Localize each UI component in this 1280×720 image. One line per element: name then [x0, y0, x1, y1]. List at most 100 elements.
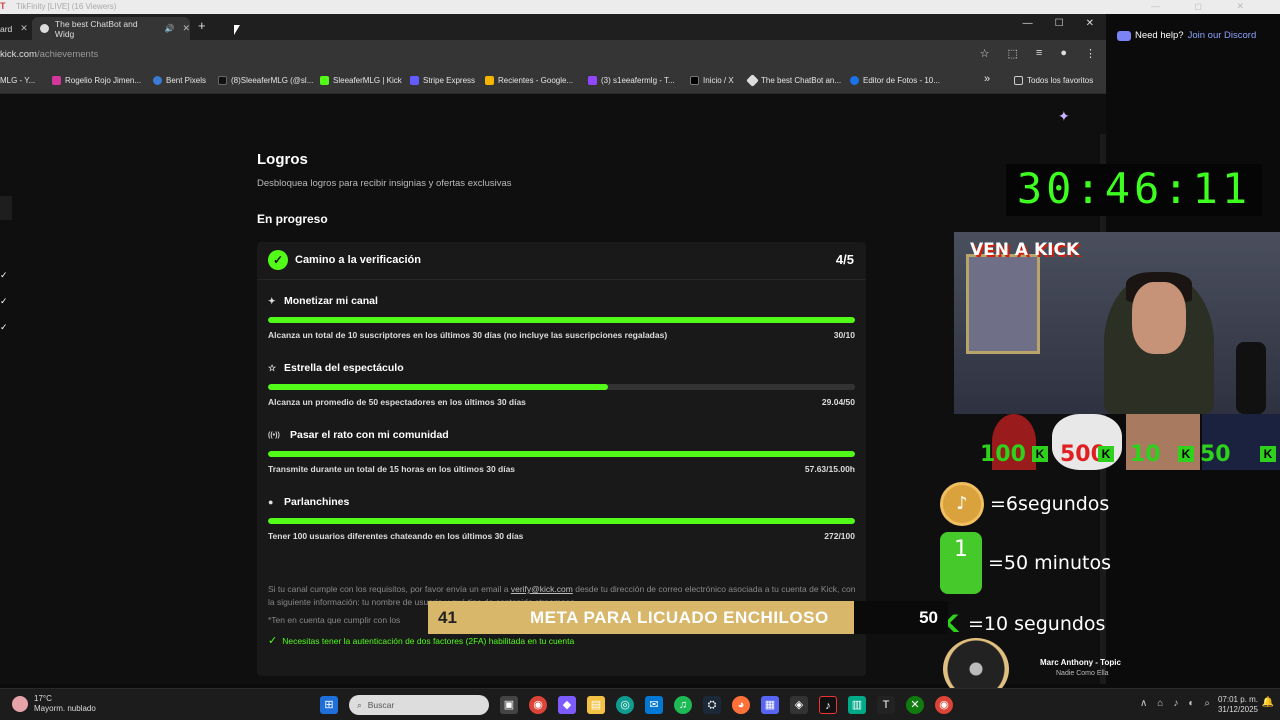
start-button[interactable]: ⊞ [320, 696, 338, 714]
bookmark-label: (3) s1eeafermlg - T... [601, 76, 675, 85]
task-description: Alcanza un promedio de 50 espectadores e… [268, 397, 526, 407]
close-window-button[interactable]: ✕ [1086, 18, 1094, 29]
language-icon[interactable]: ⌕ [1204, 698, 1210, 709]
close-icon[interactable]: ✕ [182, 23, 190, 34]
subathon-timer: 30:46:11 [1006, 164, 1262, 216]
card-title: Camino a la verificación [295, 254, 421, 266]
microphone [1236, 342, 1266, 414]
legend-text: =50 minutos [988, 552, 1111, 574]
bookmark-item[interactable]: The best ChatBot an... [746, 74, 841, 87]
card-header[interactable]: ✓ Camino a la verificación 4/5 [257, 242, 866, 280]
bookmark-item[interactable]: Bent Pixels [153, 76, 206, 85]
weather-text: 17°C Mayorm. nublado [34, 694, 96, 714]
tiktok-coin-icon: ♪ [940, 482, 984, 526]
search-box[interactable]: ⌕ Buscar [349, 695, 489, 715]
firefox-icon[interactable]: ◕ [732, 696, 750, 714]
help-text: Need help? [1135, 30, 1184, 41]
file-explorer-icon[interactable]: ▤ [587, 696, 605, 714]
menu-icon[interactable]: ⋮ [1085, 47, 1096, 60]
kick-icon [320, 76, 329, 85]
legend-sub: 1 =50 minutos [940, 532, 1111, 594]
all-favorites-folder[interactable]: Todos los favoritos [1014, 76, 1093, 85]
goal-count: 100 [980, 442, 1026, 467]
new-tab-button[interactable]: + [198, 18, 206, 33]
tiktok-icon[interactable]: ♪ [819, 696, 837, 714]
stripe-icon [410, 76, 419, 85]
discord-icon[interactable]: ▦ [761, 696, 779, 714]
instagram-icon [52, 76, 61, 85]
volume-icon[interactable]: ♪ [1173, 698, 1178, 709]
tab-chatbot[interactable]: The best ChatBot and Widg 🔊 ✕ [32, 17, 190, 40]
window-title: TikFinity [LIVE] (16 Viewers) [16, 2, 117, 11]
tikfinity-icon[interactable]: T [877, 696, 895, 714]
close-icon[interactable]: ✕ [20, 23, 28, 34]
task-view-icon[interactable]: ▣ [500, 696, 518, 714]
bookmark-item[interactable]: Recientes - Google... [485, 76, 573, 85]
weather-widget[interactable]: 17°C Mayorm. nublado [12, 694, 96, 714]
progress-fill [268, 384, 609, 390]
bookmark-item[interactable]: SleeaferMLG | Kick [320, 76, 402, 85]
tab-dashboard[interactable]: ard ✕ [0, 17, 30, 40]
bookmark-label: Editor de Fotos - 10... [863, 76, 940, 85]
search-placeholder: Buscar [367, 700, 395, 710]
bookmarks-bar: MLG - Y... Rogelio Rojo Jimen... Bent Pi… [0, 70, 1106, 94]
temperature: 17°C [34, 694, 52, 703]
app-icon: T [0, 1, 6, 11]
notification-bell-icon[interactable]: 🔔 [1262, 697, 1274, 708]
profile-icon[interactable]: ● [1060, 47, 1067, 60]
maximize-button[interactable]: ☐ [1055, 18, 1064, 29]
bookmark-item[interactable]: (8)SleeaferMLG (@sl... [218, 76, 313, 85]
bookmark-item[interactable]: Editor de Fotos - 10... [850, 76, 940, 85]
window-titlebar: T TikFinity [LIVE] (16 Viewers) — ◻ ✕ [0, 0, 1280, 14]
url-path: /achievements [36, 49, 99, 60]
progress-bar [268, 384, 855, 390]
email-link[interactable]: verify@kick.com [511, 584, 573, 594]
network-icon[interactable]: ⌂ [1157, 698, 1163, 709]
xbox-icon[interactable]: ✕ [906, 696, 924, 714]
diamond-icon [746, 74, 759, 87]
bookmark-item[interactable]: MLG - Y... [0, 76, 35, 85]
bookmark-item[interactable]: (3) s1eeafermlg - T... [588, 76, 675, 85]
sidebar-check-icon: ✓ [0, 296, 8, 306]
sidebar-selected-item[interactable] [0, 196, 12, 220]
task-title: ● Parlanchines [268, 496, 349, 508]
clock[interactable]: 07:01 p. m. 31/12/2025 [1218, 695, 1258, 715]
media-icon[interactable]: ≡ [1036, 47, 1042, 60]
bookmark-label: Bent Pixels [166, 76, 207, 85]
chrome-icon[interactable]: ◉ [935, 696, 953, 714]
taskbar: 17°C Mayorm. nublado ⊞ ⌕ Buscar ▣ ◉ ◆ ▤ ◎… [0, 688, 1280, 720]
minimize-button[interactable]: — [1023, 18, 1033, 29]
join-discord-link[interactable]: Join our Discord [1188, 30, 1257, 41]
2fa-requirement: ✓ Necesitas tener la autenticación de dos… [268, 634, 574, 647]
bookmark-label: Recientes - Google... [498, 76, 574, 85]
tab-favicon-icon [40, 24, 49, 33]
x-icon [690, 76, 699, 85]
discord-help[interactable]: Need help? Join our Discord [1117, 30, 1256, 41]
bookmark-star-icon[interactable]: ☆ [980, 47, 990, 60]
mail-icon[interactable]: ✉ [645, 696, 663, 714]
extensions-icon[interactable]: ⬚ [1008, 47, 1018, 60]
task-description: Tener 100 usuarios diferentes chateando … [268, 531, 524, 541]
url-field[interactable]: kick.com/achievements [0, 49, 98, 60]
window-controls[interactable]: — ◻ ✕ [1151, 1, 1260, 12]
bookmark-item[interactable]: Rogelio Rojo Jimen... [52, 76, 141, 85]
task-value: 29.04/50 [821, 397, 855, 407]
steam-icon[interactable]: ⛭ [703, 696, 721, 714]
copilot-icon[interactable]: ◆ [558, 696, 576, 714]
bookmark-item[interactable]: Stripe Express [410, 76, 475, 85]
streamlabs-icon[interactable]: ▥ [848, 696, 866, 714]
tray-overflow-icon[interactable]: ∧ [1140, 698, 1147, 709]
battery-icon[interactable]: ◐ [1188, 698, 1194, 709]
page-title: Logros [257, 151, 308, 168]
weather-condition: Mayorm. nublado [34, 704, 96, 713]
chrome-icon[interactable]: ◉ [529, 696, 547, 714]
taskbar-apps: ⊞ ⌕ Buscar ▣ ◉ ◆ ▤ ◎ ✉ ♫ ⛭ ◕ ▦ ◈ ♪ ▥ T ✕ … [320, 695, 953, 715]
obs-icon[interactable]: ◈ [790, 696, 808, 714]
bookmark-label: Stripe Express [423, 76, 476, 85]
bookmark-item[interactable]: Inicio / X [690, 76, 734, 85]
bookmarks-overflow-button[interactable]: » [984, 73, 990, 85]
edge-icon[interactable]: ◎ [616, 696, 634, 714]
page-subtitle: Desbloquea logros para recibir insignias… [257, 178, 512, 189]
spotify-icon[interactable]: ♫ [674, 696, 692, 714]
speaker-icon[interactable]: 🔊 [164, 24, 174, 33]
